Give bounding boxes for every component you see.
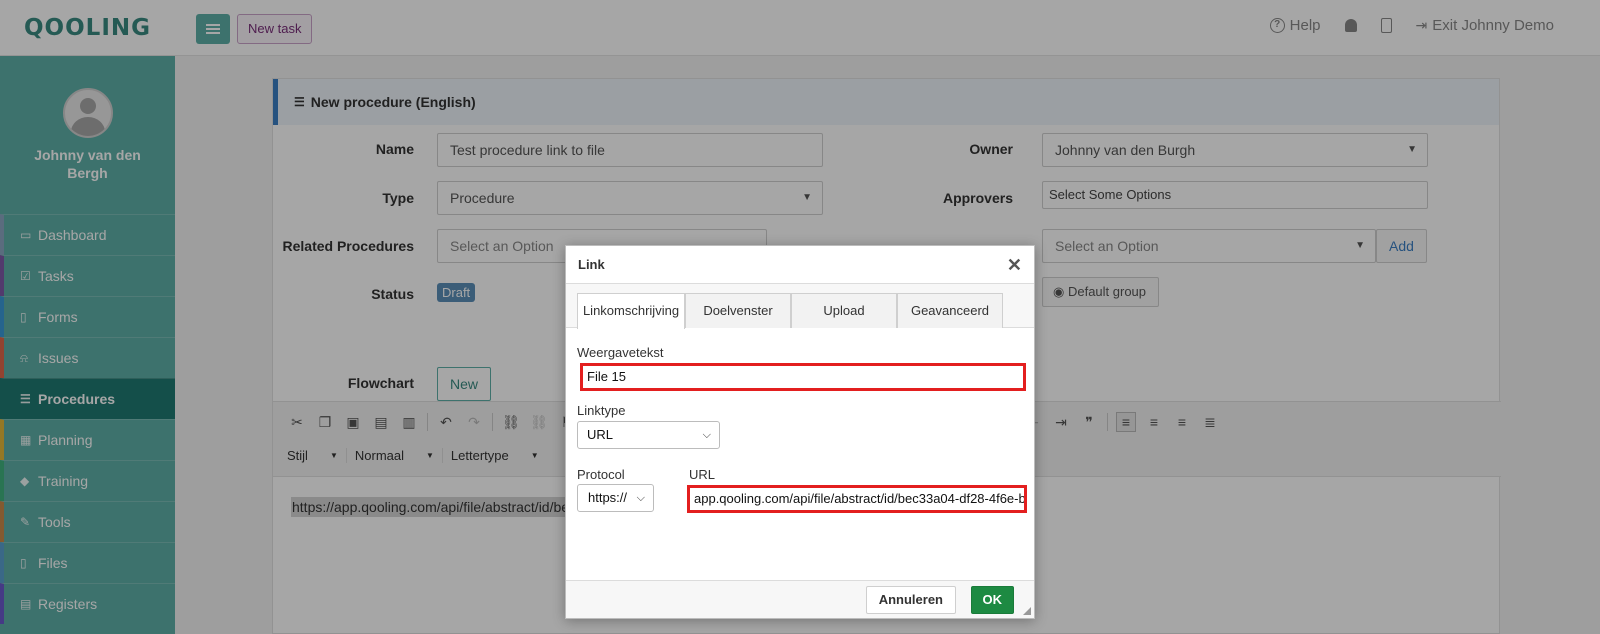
dialog-footer: Annuleren OK bbox=[566, 580, 1034, 618]
protocol-label: Protocol bbox=[577, 467, 625, 482]
tab-upload[interactable]: Upload bbox=[791, 293, 897, 328]
link-type-select[interactable]: URL ⌵ bbox=[577, 421, 720, 449]
link-type-value: URL bbox=[587, 427, 614, 442]
url-label: URL bbox=[689, 467, 716, 482]
tab-advanced[interactable]: Geavanceerd bbox=[897, 293, 1003, 328]
close-icon[interactable]: ✕ bbox=[1007, 256, 1022, 274]
cancel-button[interactable]: Annuleren bbox=[865, 586, 956, 614]
tab-target[interactable]: Doelvenster bbox=[685, 293, 791, 328]
ok-button[interactable]: OK bbox=[970, 586, 1014, 614]
link-dialog: Link ✕ Linkomschrijving Doelvenster Uplo… bbox=[565, 245, 1035, 619]
chevron-down-icon: ⌵ bbox=[636, 492, 645, 504]
tab-link-description[interactable]: Linkomschrijving bbox=[577, 293, 685, 329]
display-text-input[interactable]: File 15 bbox=[580, 363, 1026, 391]
url-input[interactable]: app.qooling.com/api/file/abstract/id/bec… bbox=[687, 485, 1027, 513]
protocol-value: https:// bbox=[588, 490, 628, 505]
protocol-select[interactable]: https:// ⌵ bbox=[577, 484, 654, 512]
dialog-tabs: Linkomschrijving Doelvenster Upload Geav… bbox=[566, 284, 1034, 329]
link-type-label: Linktype bbox=[577, 403, 626, 418]
dialog-title-bar: Link ✕ bbox=[566, 246, 1034, 284]
display-text-label: Weergavetekst bbox=[577, 345, 664, 360]
resize-handle[interactable] bbox=[1023, 607, 1031, 615]
dialog-title: Link bbox=[578, 257, 605, 272]
chevron-down-icon: ⌵ bbox=[702, 429, 711, 441]
